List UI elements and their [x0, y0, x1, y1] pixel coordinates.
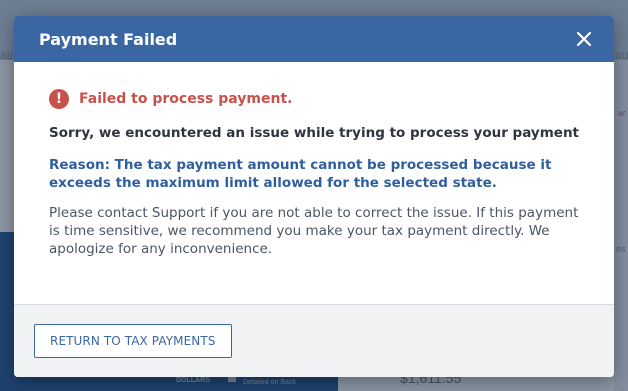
- error-line: ! Failed to process payment.: [49, 89, 579, 109]
- dialog-header: Payment Failed: [14, 16, 614, 62]
- dialog-body: ! Failed to process payment. Sorry, we e…: [14, 62, 614, 304]
- error-message: Failed to process payment.: [79, 91, 293, 107]
- sorry-message: Sorry, we encountered an issue while try…: [49, 125, 580, 141]
- close-icon: [576, 31, 592, 47]
- close-button[interactable]: [572, 27, 596, 51]
- return-to-tax-payments-button[interactable]: RETURN TO TAX PAYMENTS: [34, 324, 232, 358]
- reason-message: Reason: The tax payment amount cannot be…: [49, 157, 552, 191]
- dialog-title: Payment Failed: [39, 29, 178, 49]
- dialog-footer: RETURN TO TAX PAYMENTS: [14, 304, 614, 377]
- exclamation-circle-icon: !: [49, 89, 69, 109]
- payment-failed-dialog: Payment Failed ! Failed to process payme…: [14, 16, 614, 377]
- info-message: Please contact Support if you are not ab…: [49, 205, 579, 257]
